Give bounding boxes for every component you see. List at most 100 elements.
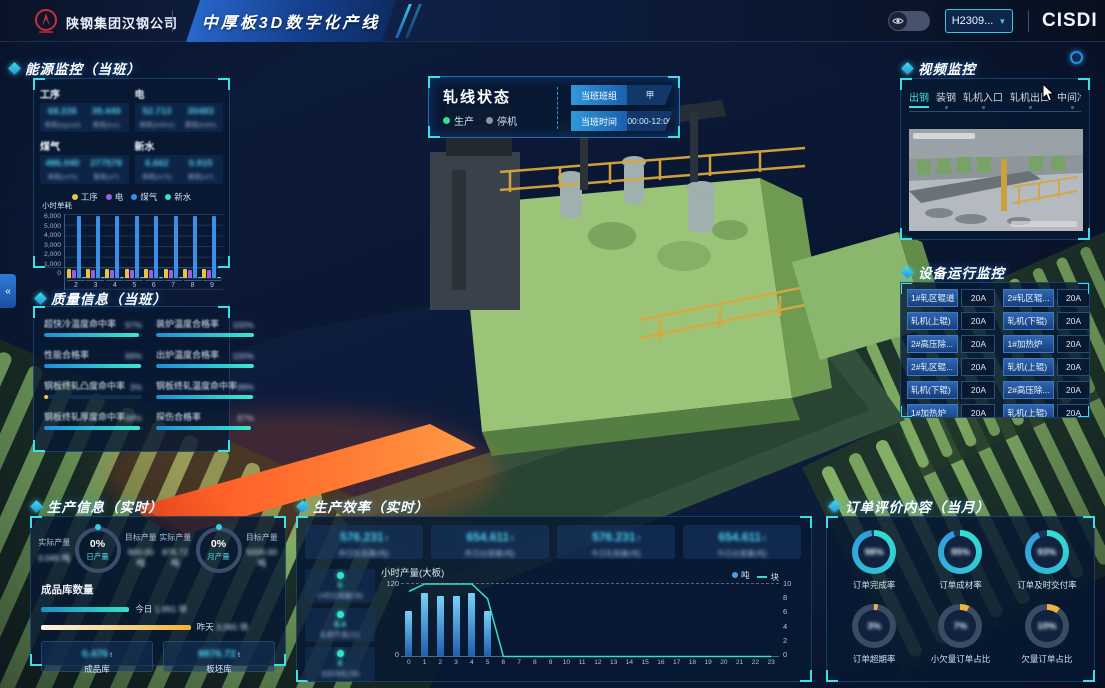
company-name: 陕钢集团汉钢公司 [66, 13, 178, 32]
energy-group-name: 煤气 [40, 138, 129, 153]
page-title-plate: 中厚板3D数字化产线 [186, 0, 396, 42]
efficiency-panel: 576.231t昨日轧制量(吨) 654.611t昨日出钢量(吨) 576.23… [296, 516, 812, 682]
energy-value: 0.915 [180, 158, 221, 169]
chart-plot [401, 583, 779, 657]
stat-card: 576.231t今日轧制量(吨) [557, 525, 675, 559]
stat-card: 654.611t今日出钢量(吨) [683, 525, 801, 559]
order-donut: 10%欠量订单占比 [1004, 604, 1090, 665]
divider [172, 10, 173, 32]
energy-value: 68.226 [42, 106, 83, 117]
energy-value-label: 单耗(m³/t) [42, 171, 83, 181]
energy-value-label: 单耗(kWh/t) [137, 119, 178, 129]
chart-right-axis: 1086420 [783, 579, 791, 659]
device-panel-header: 设备运行监控 [903, 262, 1005, 282]
diamond-icon [901, 62, 914, 75]
quality-item: 钢板终轧厚度命中率98% [44, 410, 142, 430]
chevron-down-icon: ▼ [998, 17, 1006, 26]
indicator-dot-icon [337, 611, 344, 618]
cctv-video-frame[interactable] [909, 129, 1083, 231]
tab-camera-2[interactable]: 装钢 [936, 89, 956, 111]
sidebar-collapse-tab[interactable]: « [0, 274, 16, 308]
quality-item: 探伤合格率97% [156, 410, 254, 430]
chart-legend: 吨块 [732, 565, 779, 583]
efficiency-stat-cards: 576.231t昨日轧制量(吨) 654.611t昨日出钢量(吨) 576.23… [305, 525, 801, 559]
stat-card: 654.611t昨日出钢量(吨) [431, 525, 549, 559]
energy-panel-title: 能源监控（当班） [25, 58, 141, 78]
order-donut: 98%订单完成率 [831, 530, 917, 591]
divider [1028, 10, 1029, 32]
finished-goods-box: 0.476t成品库 [41, 641, 153, 672]
stock-title: 成品库数量 [41, 582, 275, 597]
quality-item: 超快冷温度命中率97% [44, 317, 142, 337]
quality-items: 超快冷温度命中率97% 装炉温度合格率100% 性能合格率99% 出炉温度合格率… [34, 307, 229, 436]
diamond-icon [30, 500, 43, 513]
energy-chart-yticks: 6,0005,0004,0003,0002,0001,0000 [38, 214, 64, 278]
line-status-title: 轧线状态 [443, 86, 511, 107]
quality-item: 性能合格率99% [44, 348, 142, 368]
view-selector-dropdown[interactable]: H2309... ▼ [945, 9, 1013, 33]
energy-value: 486.040 [42, 158, 83, 169]
orders-panel: 98%订单完成率 95%订单成材率 93%订单及时交付率 3%订单超期率 7%小… [826, 516, 1095, 682]
energy-value-label: 累耗(m³) [86, 171, 127, 181]
donut-gauge: 0%日产量 [75, 527, 121, 573]
side-stat-card: 8小时过钢量(块) [305, 569, 375, 603]
device-panel: 1#轧区辊道20A 2#轧区辊...20A 轧机(上辊)20A 轧机(下辊)20… [900, 282, 1090, 418]
stock-bar-yesterday: 昨天 3,065 块 [41, 621, 275, 633]
quality-item: 出炉温度合格率100% [156, 348, 254, 368]
energy-value: 6.662 [137, 158, 178, 169]
tab-camera-5[interactable]: 中间冷 [1057, 89, 1081, 111]
hourly-output-chart: 小时产量(大板) 吨块 1200 01234567891011121314151… [381, 565, 807, 679]
quality-panel-title: 质量信息（当班） [51, 288, 167, 308]
device-cell: 轧机(上辊)20A [1003, 358, 1089, 376]
stock-bar-today: 今日 1,891 块 [41, 603, 275, 615]
page-title: 中厚板3D数字化产线 [202, 9, 380, 33]
energy-group-gas: 煤气 486.040单耗(m³/t) 277578累耗(m³) [40, 137, 129, 184]
device-cell: 轧机(上辊)20A [1003, 404, 1089, 417]
order-donut: 7%小欠量订单占比 [917, 604, 1003, 665]
device-cell: 1#轧区辊道20A [907, 289, 995, 307]
chart-left-axis: 1200 [379, 579, 399, 659]
video-panel: 出钢 装钢 轧机入口 轧机出口 中间冷 电加热 [900, 78, 1090, 240]
diamond-icon [296, 500, 309, 513]
slab-stock-box: 8876.72t板坯库 [163, 641, 275, 672]
line-status-panel: 轧线状态 生产 停机 当班班组 甲 当班时间 00:00-12:00 [428, 76, 680, 138]
legend-production: 生产 [443, 113, 474, 128]
energy-value-label: 累耗(tce) [86, 119, 127, 129]
energy-value: 52.713 [137, 106, 178, 117]
energy-value-label: 单耗(kgce/t) [42, 119, 83, 129]
device-cell: 2#轧区辊...20A [1003, 289, 1089, 307]
tab-camera-3[interactable]: 轧机入口 [963, 89, 1003, 111]
device-cell: 1#加热炉20A [1003, 335, 1089, 353]
production-panel-header: 生产信息（实时） [32, 496, 163, 516]
production-panel-title: 生产信息（实时） [47, 496, 163, 516]
device-cell: 2#高压除...20A [907, 335, 995, 353]
energy-metric-groups: 工序 68.226单耗(kgce/t) 39.449累耗(tce) 电 52.7… [34, 79, 229, 190]
diamond-icon [901, 266, 914, 279]
tab-camera-4[interactable]: 轧机出口 [1010, 89, 1050, 111]
cisdi-logo: CISDI [1042, 10, 1098, 32]
monthly-output-gauge: 实际产量876.72 吨 0%月产量 目标产量5000.00 吨 [158, 527, 279, 573]
energy-value-label: 累耗(m³) [180, 171, 221, 181]
quality-panel-header: 质量信息（当班） [36, 288, 167, 308]
tab-camera-1[interactable]: 出钢 [909, 89, 929, 111]
energy-panel: 工序 68.226单耗(kgce/t) 39.449累耗(tce) 电 52.7… [33, 78, 230, 268]
video-camera-tabs: 出钢 装钢 轧机入口 轧机出口 中间冷 电加热 [909, 89, 1081, 112]
energy-value: 30483 [180, 106, 221, 117]
efficiency-panel-title: 生产效率（实时） [313, 496, 429, 516]
panel-settings-icon[interactable] [1070, 51, 1083, 64]
energy-value-label: 单耗(m³/t) [137, 171, 178, 181]
quality-item: 钢板终轧温度命中率99% [156, 379, 254, 399]
order-donut-grid: 98%订单完成率 95%订单成材率 93%订单及时交付率 3%订单超期率 7%小… [827, 517, 1094, 665]
energy-group-process: 工序 68.226单耗(kgce/t) 39.449累耗(tce) [40, 85, 129, 132]
device-cell: 2#高压除...20A [1003, 381, 1089, 399]
donut-gauge: 0%月产量 [196, 527, 242, 573]
top-bar: 陕钢集团汉钢公司 中厚板3D数字化产线 H2309... ▼ CISDI [0, 0, 1105, 42]
company-logo-icon [33, 8, 59, 34]
production-panel: 实际产量0.045 吨 0%日产量 目标产量900.00 吨 实际产量876.7… [30, 516, 286, 666]
chart-title: 小时产量(大板) [381, 565, 444, 579]
order-donut: 93%订单及时交付率 [1004, 530, 1090, 591]
energy-chart-ylabel: 小时单耗 [42, 200, 72, 211]
side-stat-card: 8.4轧制节奏(分) [305, 608, 375, 642]
order-donut: 3%订单超期率 [831, 604, 917, 665]
visibility-toggle[interactable] [888, 11, 930, 31]
